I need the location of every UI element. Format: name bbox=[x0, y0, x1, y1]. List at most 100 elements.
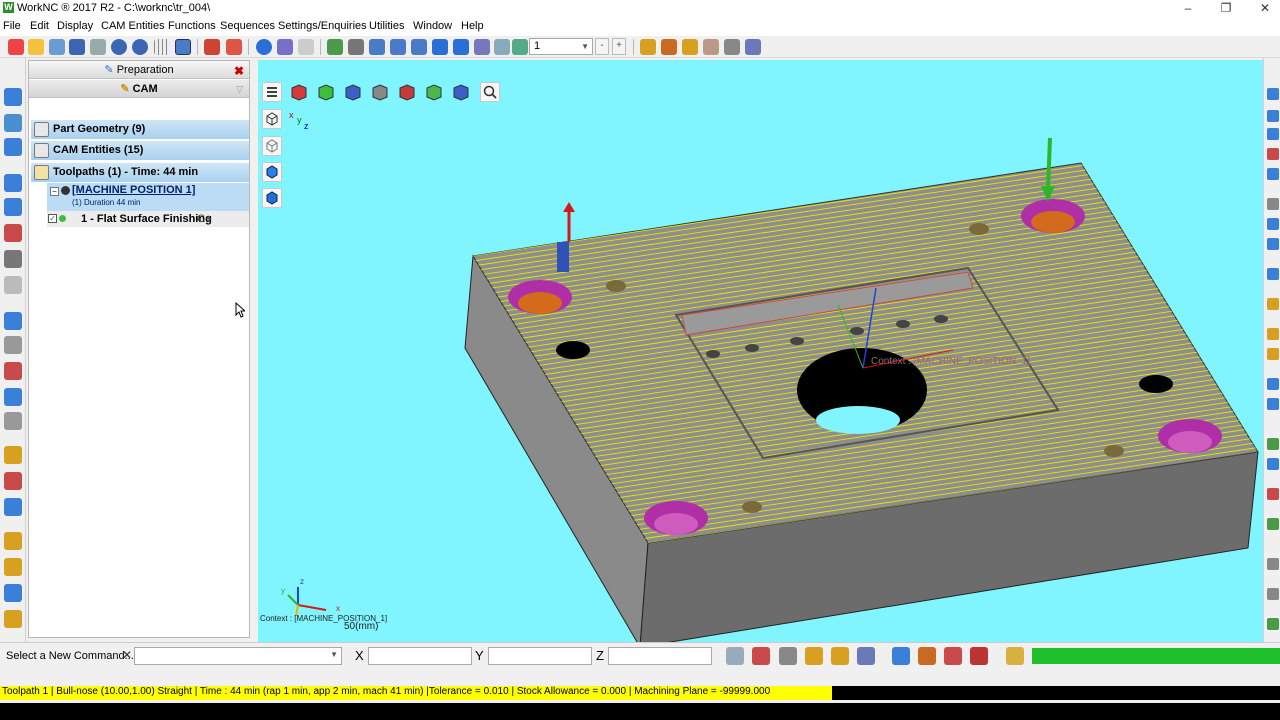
step-down-button[interactable]: - bbox=[595, 38, 609, 55]
layers-icon[interactable] bbox=[327, 39, 343, 55]
finishing-icon[interactable] bbox=[4, 138, 22, 156]
axes-icon[interactable] bbox=[204, 39, 220, 55]
menu-settings[interactable]: Settings/Enquiries bbox=[278, 20, 367, 32]
tab-cam[interactable]: ✎ CAM ▽ bbox=[29, 80, 249, 98]
rt-view-icon[interactable] bbox=[1267, 88, 1279, 100]
lock-icon[interactable] bbox=[1006, 647, 1024, 665]
3d-viewport[interactable]: xyz Context: [MACHINE_POSITION_1] z x y… bbox=[258, 60, 1263, 648]
tool2-icon[interactable] bbox=[661, 39, 677, 55]
part-model[interactable]: Context : [MACHINE_POSITION_1] z x y bbox=[258, 60, 1263, 648]
rt-a-icon[interactable] bbox=[1267, 198, 1279, 210]
rt-d-icon[interactable] bbox=[1267, 268, 1279, 280]
menu-sequences[interactable]: Sequences bbox=[220, 20, 275, 32]
select-end-icon[interactable] bbox=[779, 647, 797, 665]
minimize-button[interactable]: – bbox=[1168, 0, 1208, 17]
rt-front-icon[interactable] bbox=[1267, 128, 1279, 140]
stats-icon[interactable] bbox=[944, 647, 962, 665]
toolpath-item[interactable]: ✓ 1 - Flat Surface Finishing C+ bbox=[47, 211, 249, 227]
collapse-icon[interactable]: − bbox=[50, 187, 59, 196]
machining-icon[interactable] bbox=[4, 88, 22, 106]
rt-b-icon[interactable] bbox=[1267, 218, 1279, 230]
machine-position-node[interactable]: − [MACHINE POSITION 1] (1) Duration 44 m… bbox=[47, 183, 249, 211]
x-input[interactable] bbox=[368, 647, 472, 665]
menu-file[interactable]: File bbox=[3, 20, 21, 32]
rt-p-icon[interactable] bbox=[1267, 618, 1279, 630]
chart-icon[interactable] bbox=[918, 647, 936, 665]
new-icon[interactable] bbox=[8, 39, 24, 55]
sim-icon[interactable] bbox=[745, 39, 761, 55]
rt-f-icon[interactable] bbox=[1267, 328, 1279, 340]
delete-icon[interactable] bbox=[970, 647, 988, 665]
menu-display[interactable]: Display bbox=[57, 20, 93, 32]
fit-icon[interactable] bbox=[474, 39, 490, 55]
machine-icon[interactable] bbox=[724, 39, 740, 55]
edit-icon[interactable] bbox=[4, 446, 22, 464]
rt-iso-icon[interactable] bbox=[1267, 168, 1279, 180]
box-icon[interactable] bbox=[4, 276, 22, 294]
z-input[interactable] bbox=[608, 647, 712, 665]
select-mid-icon[interactable] bbox=[805, 647, 823, 665]
frame-icon[interactable] bbox=[226, 39, 242, 55]
camera-icon[interactable] bbox=[298, 39, 314, 55]
section-icon[interactable] bbox=[512, 39, 528, 55]
menu-window[interactable]: Window bbox=[413, 20, 452, 32]
command-clear-button[interactable]: ✕ bbox=[122, 648, 132, 662]
rt-n-icon[interactable] bbox=[1267, 558, 1279, 570]
group-toolpaths[interactable]: Toolpaths (1) - Time: 44 min bbox=[31, 163, 249, 182]
zoom-window-icon[interactable] bbox=[390, 39, 406, 55]
spin-icon[interactable] bbox=[453, 39, 469, 55]
maximize-button[interactable]: ❐ bbox=[1206, 0, 1246, 17]
drill-icon[interactable] bbox=[4, 312, 22, 330]
save-icon[interactable] bbox=[69, 39, 85, 55]
zoom-icon[interactable] bbox=[369, 39, 385, 55]
menu-functions[interactable]: Functions bbox=[168, 20, 216, 32]
tool3-icon[interactable] bbox=[682, 39, 698, 55]
rt-j-icon[interactable] bbox=[1267, 438, 1279, 450]
calc-icon[interactable] bbox=[703, 39, 719, 55]
measure-icon[interactable] bbox=[4, 388, 22, 406]
shade-icon[interactable] bbox=[277, 39, 293, 55]
rt-top-icon[interactable] bbox=[1267, 110, 1279, 122]
hole-icon[interactable] bbox=[4, 362, 22, 380]
doc-icon[interactable] bbox=[4, 584, 22, 602]
undo-icon[interactable] bbox=[111, 39, 127, 55]
filter-icon[interactable] bbox=[892, 647, 910, 665]
zoom-select[interactable]: 1 ▼ bbox=[529, 38, 593, 55]
recent-icon[interactable] bbox=[49, 39, 65, 55]
select-plane-icon[interactable] bbox=[857, 647, 875, 665]
rt-g-icon[interactable] bbox=[1267, 348, 1279, 360]
grid-icon[interactable] bbox=[154, 39, 170, 55]
rt-c-icon[interactable] bbox=[1267, 238, 1279, 250]
sphere-icon[interactable] bbox=[256, 39, 272, 55]
select-center-icon[interactable] bbox=[752, 647, 770, 665]
cut-icon[interactable] bbox=[4, 472, 22, 490]
step-up-button[interactable]: + bbox=[612, 38, 626, 55]
rt-m-icon[interactable] bbox=[1267, 518, 1279, 530]
menu-help[interactable]: Help bbox=[461, 20, 484, 32]
post-icon[interactable] bbox=[4, 532, 22, 550]
select-curve-icon[interactable] bbox=[831, 647, 849, 665]
menu-edit[interactable]: Edit bbox=[30, 20, 49, 32]
rt-i-icon[interactable] bbox=[1267, 398, 1279, 410]
rt-side-icon[interactable] bbox=[1267, 148, 1279, 160]
menu-cam-entities[interactable]: CAM Entities bbox=[101, 20, 165, 32]
command-input[interactable]: ▼ bbox=[134, 647, 342, 665]
select-point-icon[interactable] bbox=[726, 647, 744, 665]
copy-icon[interactable] bbox=[348, 39, 364, 55]
y-input[interactable] bbox=[488, 647, 592, 665]
toolpath-checkbox[interactable]: ✓ bbox=[48, 214, 57, 223]
rt-e-icon[interactable] bbox=[1267, 298, 1279, 310]
pocket-icon[interactable] bbox=[4, 250, 22, 268]
rt-l-icon[interactable] bbox=[1267, 488, 1279, 500]
tool-icon[interactable] bbox=[640, 39, 656, 55]
report-icon[interactable] bbox=[4, 610, 22, 628]
print-icon[interactable] bbox=[90, 39, 106, 55]
list-icon[interactable] bbox=[4, 498, 22, 516]
pan-icon[interactable] bbox=[411, 39, 427, 55]
rt-h-icon[interactable] bbox=[1267, 378, 1279, 390]
open-icon[interactable] bbox=[28, 39, 44, 55]
redo-icon[interactable] bbox=[132, 39, 148, 55]
nc-icon[interactable] bbox=[4, 558, 22, 576]
h-icon[interactable] bbox=[4, 336, 22, 354]
rt-k-icon[interactable] bbox=[1267, 458, 1279, 470]
